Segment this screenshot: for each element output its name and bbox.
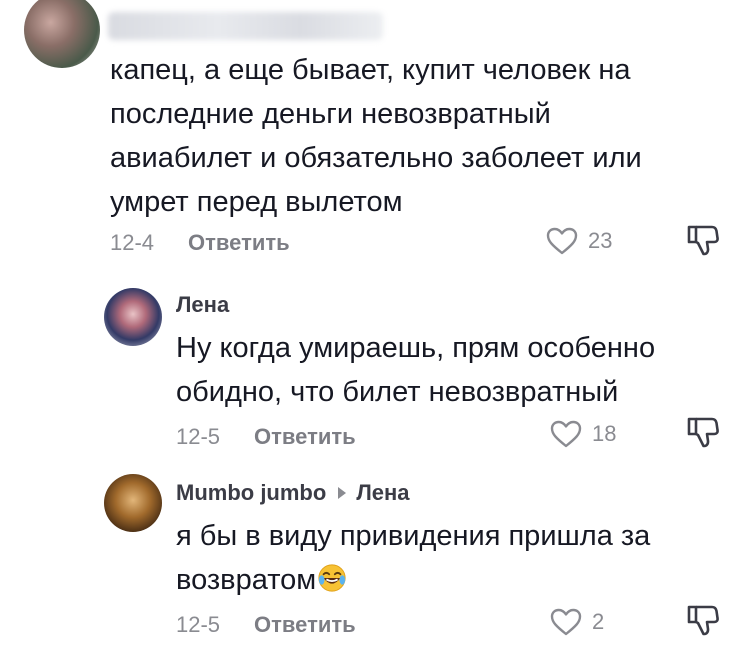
username-blurred[interactable] (108, 12, 383, 40)
like-button[interactable]: 2 (550, 608, 604, 636)
reply-to-name[interactable]: Лена (356, 480, 409, 506)
like-button[interactable]: 23 (546, 227, 612, 255)
author-name[interactable]: Mumbo jumbo (176, 480, 326, 506)
reply-button[interactable]: Ответить (254, 424, 356, 450)
comment-text: я бы в виду привидения пришла за возврат… (176, 514, 650, 602)
comment-text: Ну когда умираешь, прям особенно обидно,… (176, 332, 656, 408)
dislike-button[interactable] (686, 224, 720, 261)
like-count: 18 (592, 421, 617, 446)
like-button[interactable]: 18 (550, 420, 616, 448)
comment-reply: Mumbo jumbo Лена я бы в виду привидения … (0, 474, 750, 648)
dislike-button[interactable] (686, 604, 720, 641)
heart-outline-icon (550, 420, 582, 448)
reply-to-arrow-icon (338, 487, 347, 499)
comment-date: 12-4 (110, 230, 155, 255)
avatar[interactable] (104, 288, 162, 346)
thumbs-down-outline-icon (687, 605, 719, 636)
comment-top-level: капец, а еще бывает, купит человек на по… (0, 0, 750, 270)
comment-text-content: я бы в виду привидения пришла за возврат… (176, 520, 651, 596)
comment-meta: 12-5 Ответить (176, 424, 356, 450)
comment-author[interactable]: Mumbo jumbo Лена (176, 480, 410, 506)
like-count: 23 (588, 228, 613, 253)
comment-meta: 12-4 Ответить (110, 230, 290, 256)
dislike-button[interactable] (686, 416, 720, 453)
rolling-on-floor-laughing-emoji (318, 564, 346, 592)
comment-date: 12-5 (176, 612, 221, 637)
author-name[interactable]: Лена (176, 292, 229, 318)
comment-date: 12-5 (176, 424, 221, 449)
heart-outline-icon (546, 227, 578, 255)
reply-button[interactable]: Ответить (254, 612, 356, 638)
reply-button[interactable]: Ответить (188, 230, 290, 256)
thumbs-down-outline-icon (687, 225, 719, 256)
comment-text: капец, а еще бывает, купит человек на по… (110, 54, 642, 218)
heart-outline-icon (550, 608, 582, 636)
like-count: 2 (592, 609, 605, 634)
comment-author[interactable]: Лена (176, 292, 229, 318)
comment-meta: 12-5 Ответить (176, 612, 356, 638)
avatar[interactable] (104, 474, 162, 532)
thumbs-down-outline-icon (687, 417, 719, 448)
avatar[interactable] (24, 0, 100, 68)
comment-reply: Лена Ну когда умираешь, прям особенно об… (0, 288, 750, 458)
